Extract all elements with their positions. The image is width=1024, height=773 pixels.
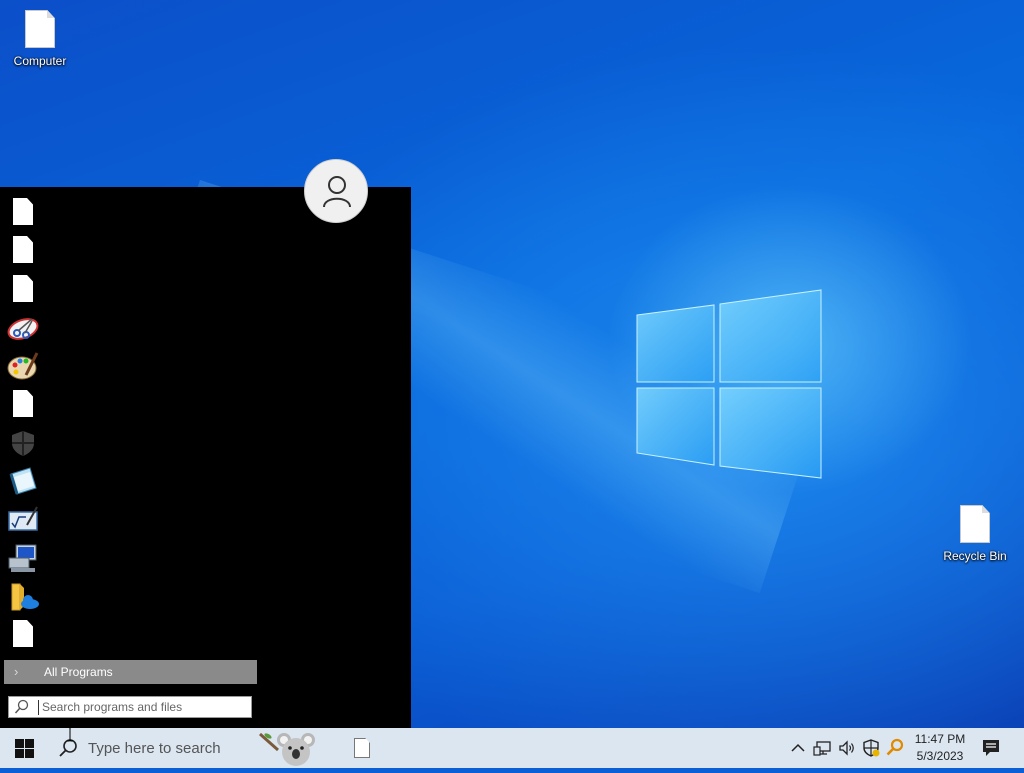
windows-logo-wallpaper xyxy=(636,289,822,479)
user-avatar[interactable] xyxy=(304,159,368,223)
taskbar: Type here to search 11:47 PM 5/3/2023 xyxy=(0,728,1024,768)
blank-file-icon xyxy=(13,620,33,647)
chevron-up-icon[interactable] xyxy=(788,738,808,758)
chevron-right-icon: › xyxy=(14,664,19,679)
start-app-item[interactable] xyxy=(6,196,40,230)
text-caret xyxy=(38,700,39,715)
desktop-icon-label: Computer xyxy=(13,54,67,68)
desktop-icon-recycle-bin[interactable]: Recycle Bin xyxy=(935,505,1015,563)
onedrive-folder-icon xyxy=(11,583,39,611)
start-app-item[interactable] xyxy=(6,503,40,537)
start-app-item[interactable] xyxy=(6,580,40,614)
network-icon[interactable] xyxy=(813,738,833,758)
blank-file-icon xyxy=(354,738,370,758)
clock-date: 5/3/2023 xyxy=(916,749,964,763)
start-app-item[interactable] xyxy=(6,311,40,345)
remote-desktop-icon xyxy=(8,544,37,572)
taskbar-app-file[interactable] xyxy=(342,728,382,768)
start-search-input[interactable] xyxy=(42,698,242,716)
blank-file-icon xyxy=(13,198,33,225)
notepad-icon xyxy=(9,467,37,495)
math-input-panel-icon xyxy=(8,506,38,531)
recycle-bin-file-icon xyxy=(960,505,990,543)
taskbar-search-placeholder: Type here to search xyxy=(88,740,221,757)
search-key-icon[interactable] xyxy=(885,738,905,758)
all-programs-label: All Programs xyxy=(44,665,113,679)
windows-logo-icon xyxy=(15,739,34,758)
start-app-item[interactable] xyxy=(6,426,40,460)
security-shield-icon[interactable] xyxy=(861,738,881,758)
taskbar-clock[interactable]: 11:47 PM 5/3/2023 xyxy=(905,731,975,765)
volume-icon[interactable] xyxy=(837,738,857,758)
start-app-item[interactable] xyxy=(6,234,40,268)
user-icon xyxy=(323,176,351,208)
notification-icon xyxy=(983,740,999,756)
start-app-item[interactable] xyxy=(6,618,40,652)
blank-file-icon xyxy=(13,390,33,417)
blank-file-icon xyxy=(13,275,33,302)
start-button[interactable] xyxy=(0,728,48,768)
start-app-item[interactable] xyxy=(6,541,40,575)
start-menu xyxy=(0,187,411,728)
desktop-icon-label: Recycle Bin xyxy=(943,549,1007,563)
computer-file-icon xyxy=(25,10,55,48)
start-app-item[interactable] xyxy=(6,388,40,422)
paint-icon xyxy=(7,352,39,380)
start-app-item[interactable] xyxy=(6,273,40,307)
clock-time: 11:47 PM xyxy=(914,732,966,746)
windows-security-shield-icon xyxy=(12,431,34,456)
koala-icon xyxy=(259,732,315,766)
all-programs-button[interactable]: › All Programs xyxy=(4,660,257,684)
desktop-icon-computer[interactable]: Computer xyxy=(0,10,80,68)
blank-file-icon xyxy=(13,236,33,263)
search-icon xyxy=(14,699,29,714)
start-search-box[interactable] xyxy=(8,696,252,718)
start-app-item[interactable] xyxy=(6,349,40,383)
text-cursor-icon xyxy=(67,726,73,742)
start-app-item[interactable] xyxy=(6,464,40,498)
snipping-tool-icon xyxy=(7,318,39,340)
notification-center-button[interactable] xyxy=(976,728,1008,768)
koala-decoration xyxy=(258,728,320,768)
